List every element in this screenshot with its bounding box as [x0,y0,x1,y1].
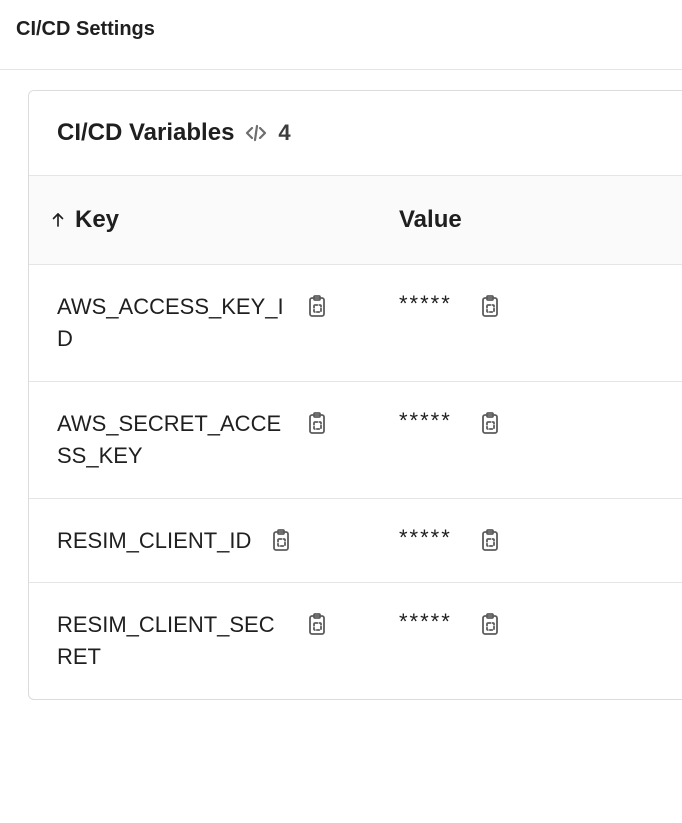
value-text: ***** [399,525,452,551]
clipboard-icon [478,611,502,637]
copy-key-button[interactable] [303,291,331,321]
value-text: ***** [399,408,452,434]
clipboard-icon [478,293,502,319]
value-cell: ***** [399,609,662,673]
code-icon [244,121,268,145]
value-text: ***** [399,609,452,635]
key-text: AWS_ACCESS_KEY_ID [57,291,287,355]
clipboard-icon [269,527,293,553]
copy-key-button[interactable] [303,609,331,639]
value-cell: ***** [399,408,662,472]
key-cell: RESIM_CLIENT_SECRET [57,609,399,673]
key-text: AWS_SECRET_ACCESS_KEY [57,408,287,472]
clipboard-icon [478,410,502,436]
key-cell: AWS_SECRET_ACCESS_KEY [57,408,399,472]
page-title: CI/CD Settings [0,0,682,69]
key-text: RESIM_CLIENT_ID [57,525,251,557]
table-row: RESIM_CLIENT_ID ***** [29,499,682,584]
copy-value-button[interactable] [476,525,504,555]
key-column-header[interactable]: Key [49,206,399,234]
divider [0,69,682,70]
clipboard-icon [478,527,502,553]
key-cell: AWS_ACCESS_KEY_ID [57,291,399,355]
clipboard-icon [305,293,329,319]
value-header-label: Value [399,206,462,233]
panel-title: CI/CD Variables [57,119,234,147]
value-cell: ***** [399,291,662,355]
copy-value-button[interactable] [476,291,504,321]
panel-header: CI/CD Variables 4 [29,91,682,176]
table-row: RESIM_CLIENT_SECRET ***** [29,583,682,699]
variables-panel: CI/CD Variables 4 Key Value AWS_ACCESS_K… [28,90,682,700]
copy-value-button[interactable] [476,408,504,438]
clipboard-icon [305,611,329,637]
sort-ascending-icon [49,211,67,229]
table-row: AWS_ACCESS_KEY_ID ***** [29,265,682,382]
copy-key-button[interactable] [267,525,295,555]
value-column-header[interactable]: Value [399,206,662,234]
table-row: AWS_SECRET_ACCESS_KEY ***** [29,382,682,499]
variables-count: 4 [278,120,290,146]
clipboard-icon [305,410,329,436]
value-cell: ***** [399,525,662,557]
copy-value-button[interactable] [476,609,504,639]
key-cell: RESIM_CLIENT_ID [57,525,399,557]
table-header-row: Key Value [29,176,682,265]
key-text: RESIM_CLIENT_SECRET [57,609,287,673]
value-text: ***** [399,291,452,317]
copy-key-button[interactable] [303,408,331,438]
key-header-label: Key [75,206,119,234]
